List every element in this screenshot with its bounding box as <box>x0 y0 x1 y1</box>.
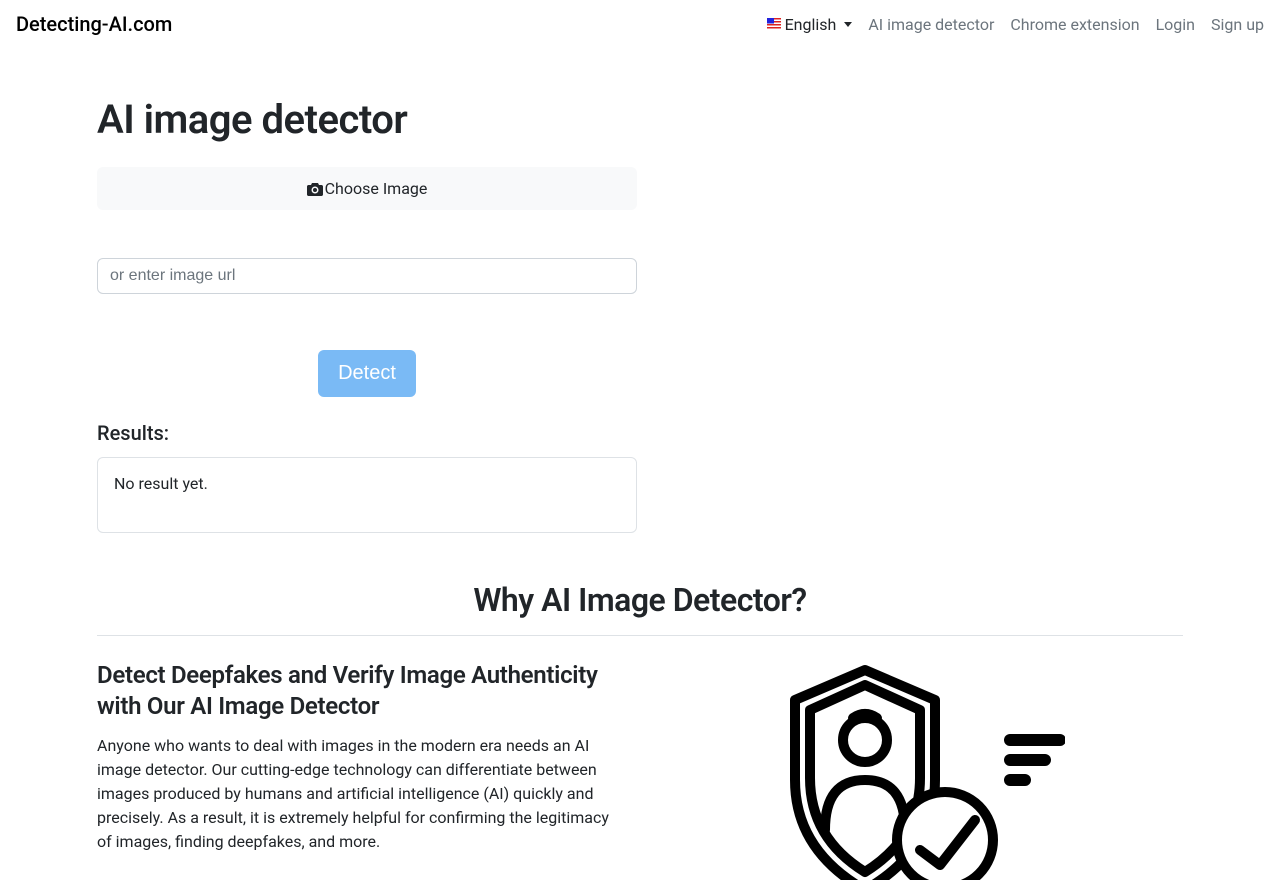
nav-chrome-extension[interactable]: Chrome extension <box>1010 15 1139 34</box>
results-label: Results: <box>97 421 637 445</box>
why-row: Detect Deepfakes and Verify Image Authen… <box>97 660 1183 880</box>
choose-image-button[interactable]: Choose Image <box>97 167 637 210</box>
navbar: Detecting-AI.com English AI image detect… <box>0 0 1280 48</box>
choose-image-label: Choose Image <box>325 179 428 198</box>
language-label: English <box>785 15 837 34</box>
results-column: Results: No result yet. <box>97 421 637 533</box>
results-text: No result yet. <box>114 474 620 493</box>
divider <box>97 635 1183 636</box>
us-flag-icon <box>767 17 781 31</box>
brand-link[interactable]: Detecting-AI.com <box>16 12 172 36</box>
why-title: Why AI Image Detector? <box>97 581 1183 619</box>
nav-right: English AI image detector Chrome extensi… <box>767 15 1264 34</box>
shield-person-icon <box>765 660 1065 880</box>
detector-row: Choose Image Detect Results: No result y… <box>97 167 1183 533</box>
language-dropdown[interactable]: English <box>767 15 853 34</box>
detect-button[interactable]: Detect <box>318 350 416 397</box>
camera-icon <box>307 182 323 196</box>
nav-ai-detector[interactable]: AI image detector <box>868 15 994 34</box>
nav-links: AI image detector Chrome extension Login… <box>868 15 1264 34</box>
chevron-down-icon <box>844 22 852 27</box>
why-image-column <box>646 660 1183 880</box>
nav-signup[interactable]: Sign up <box>1211 15 1264 34</box>
section-title: Detect Deepfakes and Verify Image Authen… <box>97 660 622 722</box>
section-text: Anyone who wants to deal with images in … <box>97 734 622 854</box>
detect-wrap: Detect <box>97 350 637 397</box>
page-title: AI image detector <box>97 96 1183 143</box>
image-url-input[interactable] <box>97 258 637 294</box>
results-card: No result yet. <box>97 457 637 533</box>
main-container: AI image detector Choose Image Detect Re… <box>85 96 1195 880</box>
upload-column: Choose Image Detect <box>97 167 637 397</box>
nav-login[interactable]: Login <box>1156 15 1195 34</box>
why-text-column: Detect Deepfakes and Verify Image Authen… <box>97 660 622 880</box>
